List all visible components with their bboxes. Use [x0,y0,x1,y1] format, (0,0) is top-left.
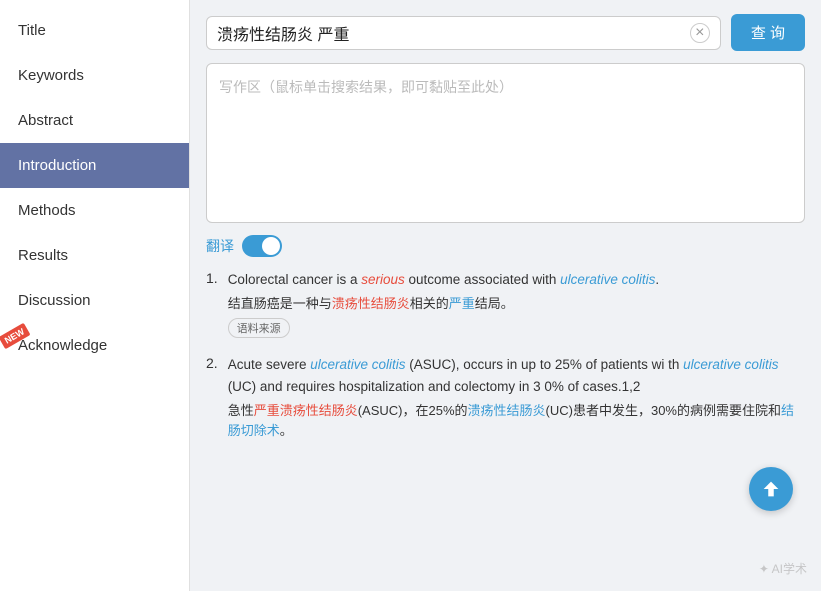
search-bar: × 查 询 [206,14,805,51]
search-input[interactable] [217,24,690,42]
result-zh-highlight: 严重溃疡性结肠炎 [254,403,358,418]
sidebar-item-results[interactable]: Results [0,233,189,278]
result-zh-highlight: 溃疡性结肠炎 [468,403,546,418]
result-number: 2. [206,354,218,442]
sidebar-item-label: Title [18,22,46,39]
sidebar-item-label: Abstract [18,112,73,129]
sidebar-item-acknowledge[interactable]: NEWAcknowledge [0,323,189,368]
sidebar: Title Keywords Abstract Introduction Methods… [0,0,190,591]
result-content: Colorectal cancer is a serious outcome a… [228,269,805,338]
sidebar-item-methods[interactable]: Methods [0,188,189,233]
sidebar-item-label: Results [18,247,68,264]
sidebar-item-label: Methods [18,202,76,219]
result-en-highlight: ulcerative colitis [683,357,778,372]
sidebar-item-label: Introduction [18,157,96,174]
result-zh-highlight: 溃疡性结肠炎 [332,296,410,311]
sidebar-item-keywords[interactable]: Keywords [0,53,189,98]
translate-toggle[interactable] [242,235,282,257]
result-en-text: Colorectal cancer is a serious outcome a… [228,269,805,291]
scroll-up-button[interactable] [749,467,793,511]
query-button[interactable]: 查 询 [731,14,805,51]
result-item-2: 2.Acute severe ulcerative colitis (ASUC)… [206,354,805,442]
main-content: × 查 询 写作区（鼠标单击搜索结果，即可黏贴至此处） 翻译 1. Colorec… [190,0,821,591]
result-zh-highlight: 严重 [449,296,475,311]
result-item-1: 1. Colorectal cancer is a serious outcome… [206,269,805,338]
translate-label: 翻译 [206,236,234,256]
sidebar-item-discussion[interactable]: Discussion [0,278,189,323]
sidebar-item-label: Acknowledge [18,337,107,354]
sidebar-item-label: Keywords [18,67,84,84]
result-en-highlight: ulcerative colitis [310,357,405,372]
result-en-highlight: ulcerative colitis [560,272,655,287]
source-badge[interactable]: 语料来源 [228,318,290,338]
clear-button[interactable]: × [690,23,710,43]
search-input-wrapper: × [206,16,721,50]
result-content: Acute severe ulcerative colitis (ASUC), … [228,354,805,442]
result-en-highlight: serious [361,272,405,287]
sidebar-item-introduction[interactable]: Introduction [0,143,189,188]
sidebar-item-abstract[interactable]: Abstract [0,98,189,143]
sidebar-item-label: Discussion [18,292,91,309]
writing-area[interactable]: 写作区（鼠标单击搜索结果，即可黏贴至此处） [206,63,805,223]
result-zh-text: 急性严重溃疡性结肠炎(ASUC)，在25%的溃疡性结肠炎(UC)患者中发生，30… [228,401,805,443]
translate-row: 翻译 [206,235,805,257]
sidebar-item-title[interactable]: Title [0,8,189,53]
result-zh-text: 结直肠癌是一种与溃疡性结肠炎相关的严重结局。 [228,294,805,315]
result-number: 1. [206,269,218,338]
result-en-text: Acute severe ulcerative colitis (ASUC), … [228,354,805,397]
results-list: 1. Colorectal cancer is a serious outcome… [206,269,805,442]
